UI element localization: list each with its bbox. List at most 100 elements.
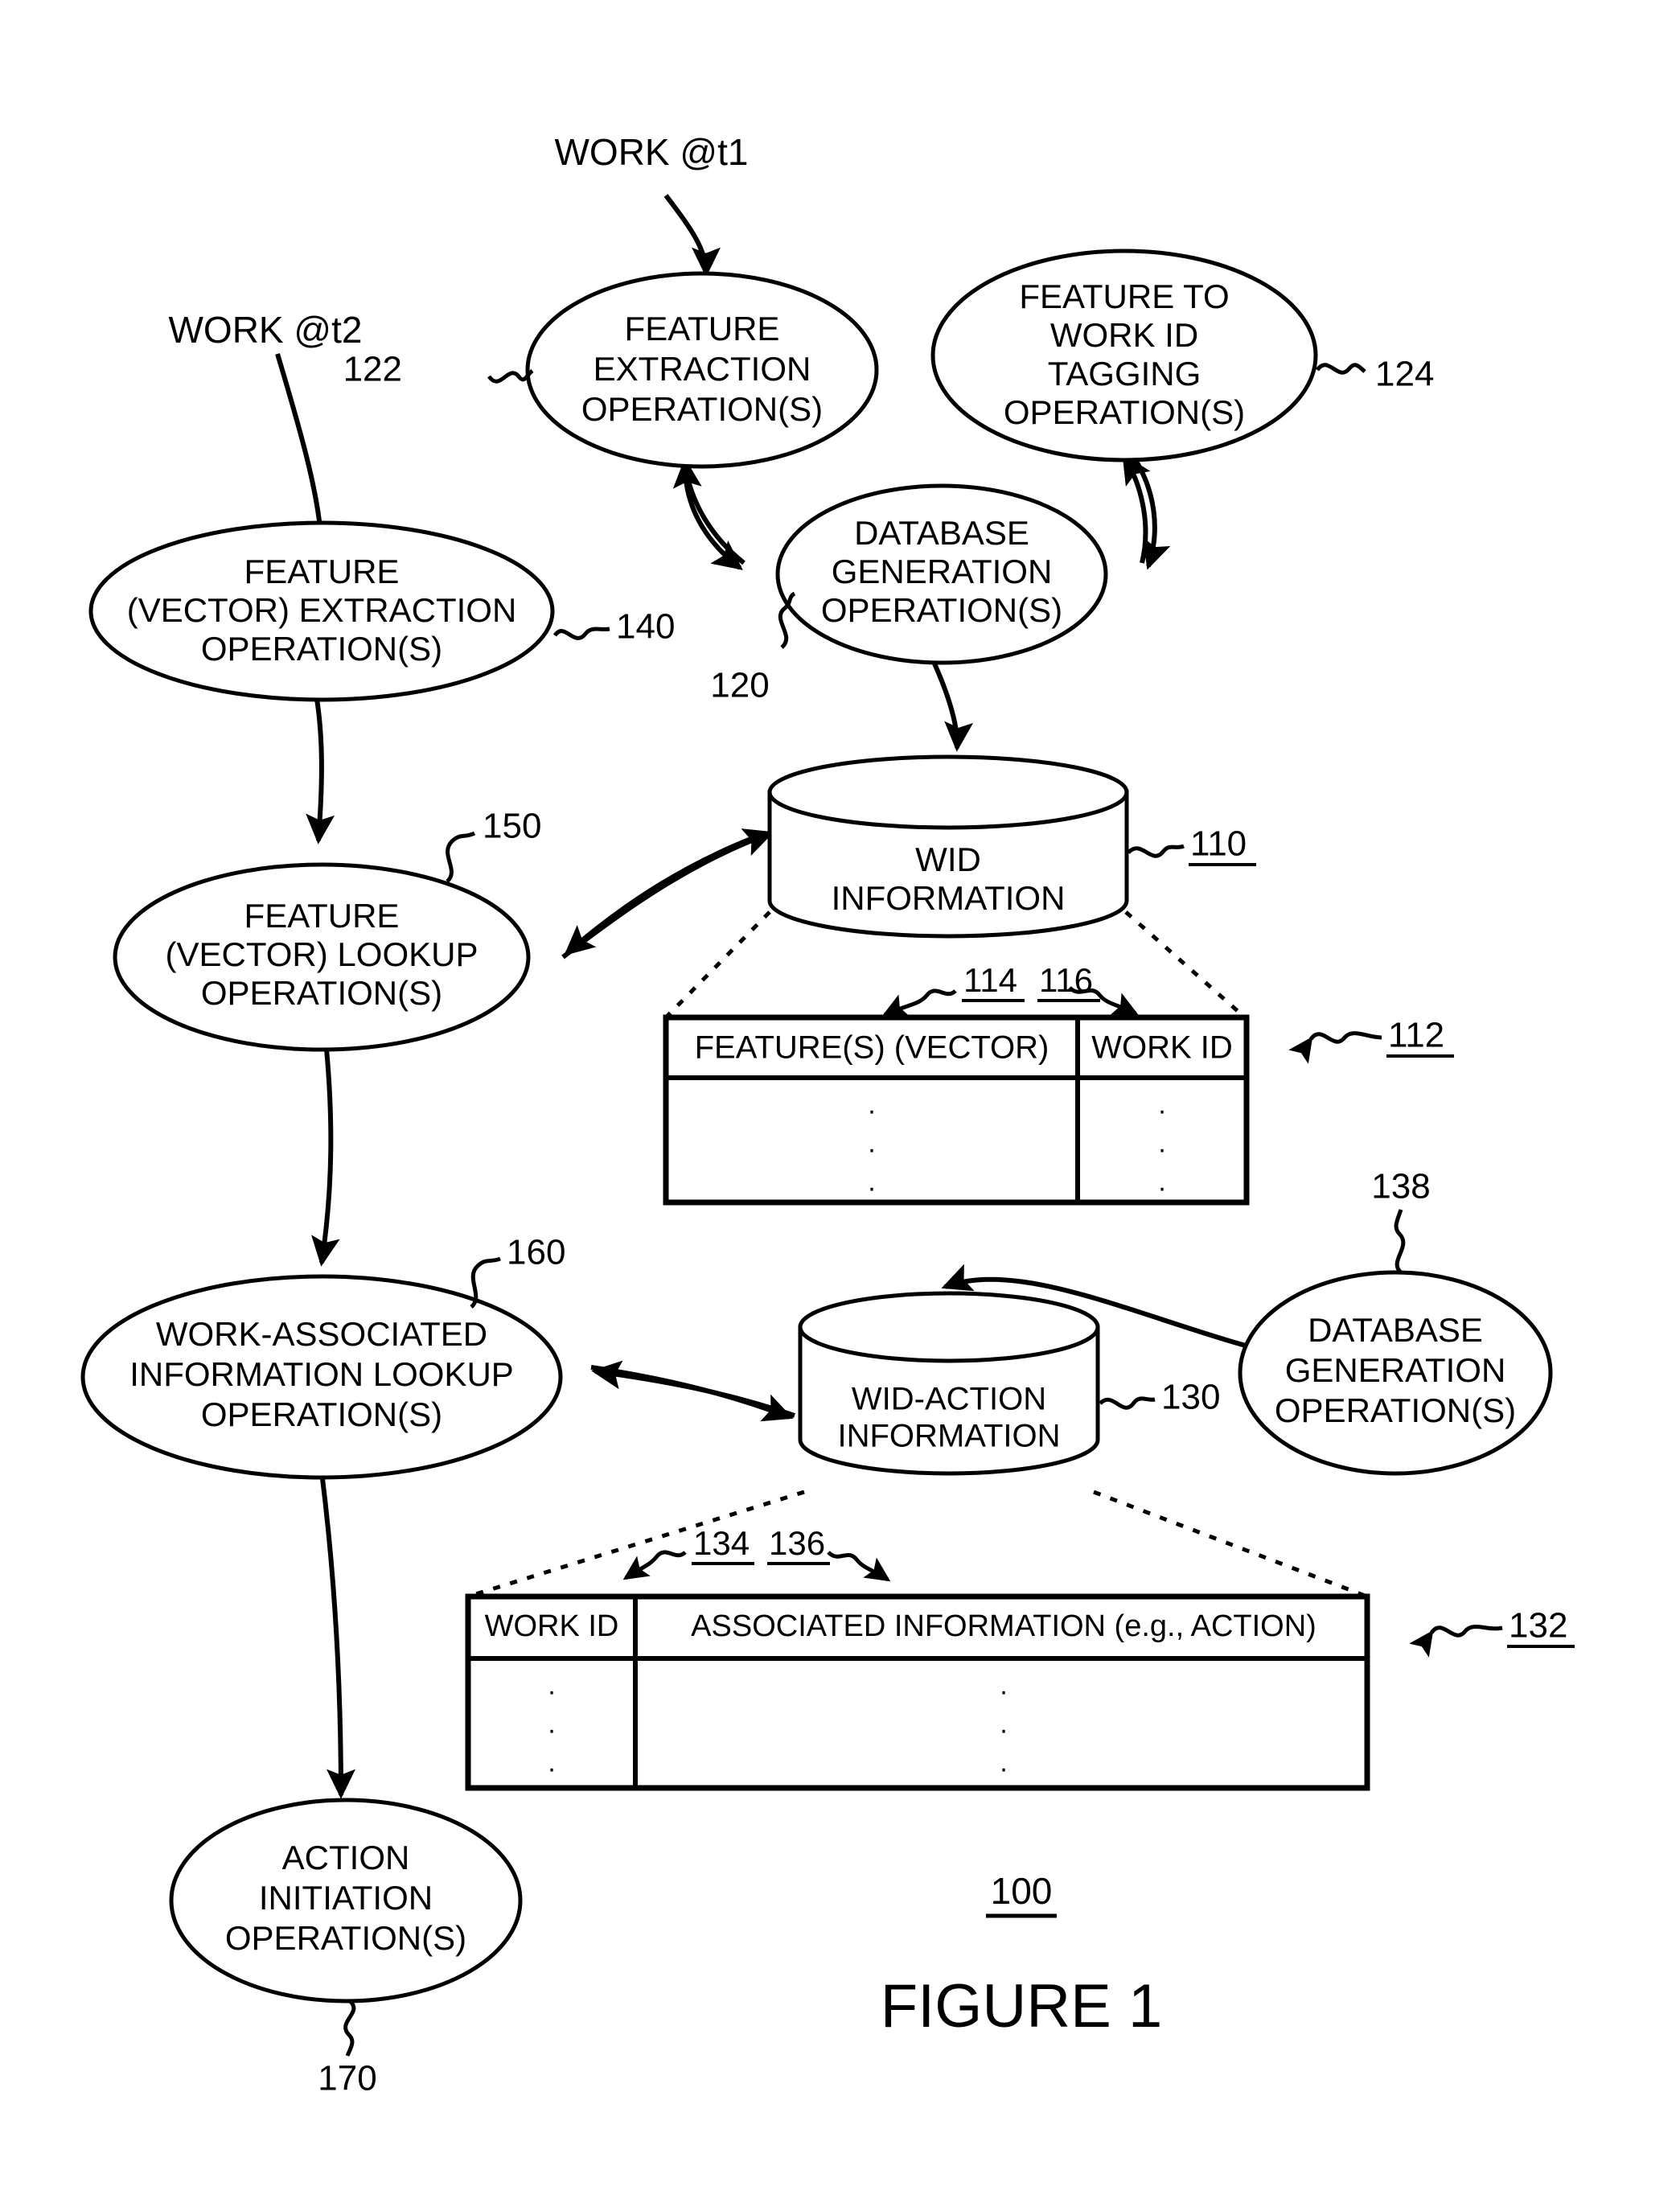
edge-feature-lookup-to-wid-store	[561, 828, 774, 960]
datastore-wid-information[interactable]: WID INFORMATION	[767, 754, 1129, 939]
table-wid-information[interactable]: FEATURE(S) (VECTOR) WORK ID · · · · · ·	[663, 1014, 1250, 1206]
fv-extraction-label-line-1: FEATURE	[244, 553, 400, 590]
ref-numeral-132: 132	[1509, 1606, 1567, 1646]
fv-extraction-label-line-2: (VECTOR) EXTRACTION	[127, 591, 517, 629]
db-gen-bottom-label-line-2: GENERATION	[1285, 1351, 1506, 1389]
expansion-line-wid-right	[1124, 910, 1247, 1019]
patent-figure-diagram: FEATURE EXTRACTION OPERATION(S) FEATURE …	[80, 131, 1575, 2098]
tagging-label-line-3: TAGGING	[1048, 355, 1201, 392]
ref-numeral-134: 134	[693, 1524, 750, 1562]
ref-numeral-124: 124	[1375, 355, 1434, 394]
table-wid-action-information[interactable]: WORK ID ASSOCIATED INFORMATION (e.g., AC…	[465, 1593, 1370, 1791]
figure-system-ref: 100	[991, 1870, 1053, 1912]
leader-110	[1127, 844, 1185, 858]
wid-store-top	[767, 754, 1129, 830]
node-work-associated-info-lookup[interactable]: WORK-ASSOCIATED INFORMATION LOOKUP OPERA…	[80, 1274, 563, 1480]
feature-extraction-label-line-3: OPERATION(S)	[581, 390, 823, 428]
leader-138	[1394, 1209, 1406, 1274]
wid-table-cell-dot-2-1: ·	[1157, 1173, 1166, 1203]
node-feature-vector-lookup[interactable]: FEATURE (VECTOR) LOOKUP OPERATION(S)	[113, 862, 531, 1052]
leader-170	[343, 1999, 356, 2057]
ref-numeral-116: 116	[1039, 961, 1093, 999]
datastore-wid-action-information[interactable]: WID-ACTION INFORMATION	[798, 1291, 1100, 1476]
node-action-initiation[interactable]: ACTION INITIATION OPERATION(S)	[169, 1798, 523, 2003]
wid-action-table-cell-dot-1-1: ·	[999, 1715, 1008, 1745]
input-label-work-t2: WORK @t2	[169, 309, 363, 351]
figure-system-ref-group: 100	[986, 1870, 1057, 1918]
feature-extraction-label-line-1: FEATURE	[625, 310, 780, 347]
wai-lookup-label-line-2: INFORMATION LOOKUP	[129, 1355, 514, 1393]
leader-140	[552, 627, 610, 640]
action-initiation-label-line-1: ACTION	[282, 1839, 410, 1876]
tagging-label-line-1: FEATURE TO	[1019, 277, 1229, 315]
db-gen-top-label-line-2: GENERATION	[832, 553, 1053, 590]
ref-numeral-112-group: 112	[1386, 1016, 1454, 1058]
leader-132	[1409, 1625, 1503, 1658]
db-gen-bottom-label-line-1: DATABASE	[1308, 1311, 1483, 1349]
fv-extraction-label-line-3: OPERATION(S)	[201, 630, 442, 668]
wai-lookup-label-line-1: WORK-ASSOCIATED	[156, 1315, 487, 1353]
wid-action-store-label-line-1: WID-ACTION	[852, 1382, 1046, 1417]
leader-112	[1288, 1031, 1382, 1064]
tagging-label-line-2: WORK ID	[1050, 316, 1198, 354]
wid-table-col-header-1: WORK ID	[1091, 1030, 1233, 1066]
wid-action-store-top	[798, 1291, 1100, 1363]
ref-numeral-112: 112	[1388, 1016, 1444, 1055]
edge-work-info-lookup-to-action-initiation	[319, 1471, 355, 1799]
ref-numeral-116-group: 116	[1037, 961, 1100, 1002]
wid-table-cell-dot-1-0: ·	[867, 1134, 876, 1165]
ref-numeral-140: 140	[616, 607, 675, 647]
input-label-work-t1: WORK @t1	[555, 131, 749, 173]
ref-numeral-130: 130	[1161, 1378, 1220, 1417]
edge-work-t2-to-feature-vector-extraction	[275, 353, 335, 553]
ref-numeral-150: 150	[483, 807, 541, 846]
wid-action-table-cell-dot-0-0: ·	[547, 1676, 556, 1707]
fv-lookup-label-line-1: FEATURE	[244, 897, 400, 935]
fv-lookup-label-line-2: (VECTOR) LOOKUP	[166, 935, 479, 973]
action-initiation-label-line-3: OPERATION(S)	[225, 1919, 466, 1957]
ref-numeral-114-group: 114	[962, 961, 1025, 1002]
wid-table-cell-dot-2-0: ·	[867, 1173, 876, 1203]
leader-134	[622, 1550, 687, 1580]
ref-numeral-132-group: 132	[1507, 1606, 1575, 1648]
expansion-line-wid-action-right	[1093, 1490, 1368, 1599]
wid-action-table-cell-dot-2-1: ·	[999, 1753, 1008, 1784]
node-feature-extraction[interactable]: FEATURE EXTRACTION OPERATION(S)	[525, 271, 879, 469]
node-database-generation-bottom[interactable]: DATABASE GENERATION OPERATION(S)	[1238, 1270, 1553, 1476]
wid-store-label-line-2: INFORMATION	[832, 879, 1066, 917]
ref-numeral-170: 170	[318, 2059, 376, 2098]
wid-table-cell-dot-1-1: ·	[1157, 1134, 1166, 1165]
node-feature-vector-extraction[interactable]: FEATURE (VECTOR) EXTRACTION OPERATION(S)	[88, 520, 555, 702]
ref-numeral-120: 120	[710, 666, 769, 705]
leader-114	[881, 988, 957, 1017]
ref-numeral-138: 138	[1371, 1167, 1430, 1206]
wai-lookup-label-line-3: OPERATION(S)	[201, 1395, 442, 1433]
wid-action-table-col-header-0: WORK ID	[485, 1609, 619, 1643]
wid-action-store-label-line-2: INFORMATION	[837, 1419, 1060, 1454]
leader-124	[1315, 363, 1366, 375]
node-feature-to-work-id-tagging[interactable]: FEATURE TO WORK ID TAGGING OPERATION(S)	[930, 249, 1318, 462]
wid-store-label-line-1: WID	[915, 840, 981, 878]
leader-136	[827, 1551, 891, 1582]
db-gen-top-label-line-1: DATABASE	[854, 514, 1029, 552]
node-database-generation-top[interactable]: DATABASE GENERATION OPERATION(S)	[775, 483, 1108, 665]
feature-extraction-label-line-2: EXTRACTION	[594, 350, 811, 388]
leader-130	[1099, 1396, 1156, 1410]
wid-action-table-cell-dot-1-0: ·	[547, 1715, 556, 1745]
wid-table-cell-dot-0-0: ·	[867, 1095, 876, 1126]
wid-action-table-col-header-1: ASSOCIATED INFORMATION (e.g., ACTION)	[691, 1609, 1316, 1643]
expansion-line-wid-left	[664, 910, 771, 1019]
edge-work-t1-to-feature-extraction	[663, 194, 721, 277]
wid-table-col-header-0: FEATURE(S) (VECTOR)	[695, 1030, 1049, 1066]
ref-numeral-160: 160	[507, 1233, 565, 1272]
fv-lookup-label-line-3: OPERATION(S)	[201, 974, 442, 1012]
ref-numeral-114: 114	[963, 961, 1017, 999]
figure-page: FEATURE EXTRACTION OPERATION(S) FEATURE …	[0, 0, 1680, 2211]
ref-numeral-110-group: 110	[1189, 824, 1256, 866]
wid-action-table-cell-dot-2-0: ·	[547, 1753, 556, 1784]
ref-numeral-122: 122	[343, 350, 402, 389]
leader-160	[470, 1256, 501, 1309]
figure-caption: FIGURE 1	[881, 1972, 1163, 2040]
tagging-label-line-4: OPERATION(S)	[1004, 393, 1245, 431]
wid-action-table-cell-dot-0-1: ·	[999, 1676, 1008, 1707]
